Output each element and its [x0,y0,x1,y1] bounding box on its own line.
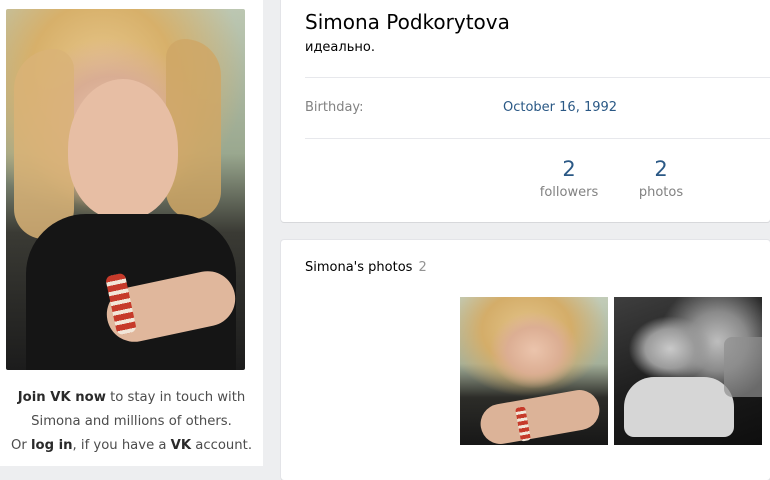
photos-label: photos [638,185,684,200]
or-text: Or [10,438,31,453]
avatar-photo-detail [68,79,178,219]
if-text: , if you have a [72,438,171,453]
photo-detail [624,377,734,437]
vk-link[interactable]: VK [171,438,191,453]
divider [305,138,770,139]
account-text: account. [191,438,253,453]
sidebar: Join VK now to stay in touch with Simona… [0,0,263,466]
profile-card: Simona Podkorytova идеально. Birthday: O… [281,0,770,222]
profile-avatar-photo[interactable] [6,9,245,370]
photos-title-count: 2 [418,260,427,275]
join-vk-link[interactable]: Join VK now [18,390,106,405]
photos-counter[interactable]: 2 photos [606,156,716,202]
profile-status: идеально. [305,40,375,55]
photos-count: 2 [654,157,668,181]
birthday-label: Birthday: [305,100,364,115]
login-link[interactable]: log in [31,438,73,453]
photo-detail [724,337,762,397]
birthday-value[interactable]: October 16, 1992 [503,100,617,115]
avatar-photo-detail [14,49,74,239]
photos-section-title[interactable]: Simona's photos 2 [305,260,427,275]
photo-thumbnail-2[interactable] [614,297,762,445]
divider [305,77,770,78]
photos-card: Simona's photos 2 [281,240,770,480]
profile-name: Simona Podkorytova [305,10,510,34]
photo-detail [477,386,603,445]
photos-title-text: Simona's photos [305,260,413,275]
photo-thumbnail-1[interactable] [460,297,608,445]
join-vk-prompt: Join VK now to stay in touch with Simona… [0,386,263,458]
